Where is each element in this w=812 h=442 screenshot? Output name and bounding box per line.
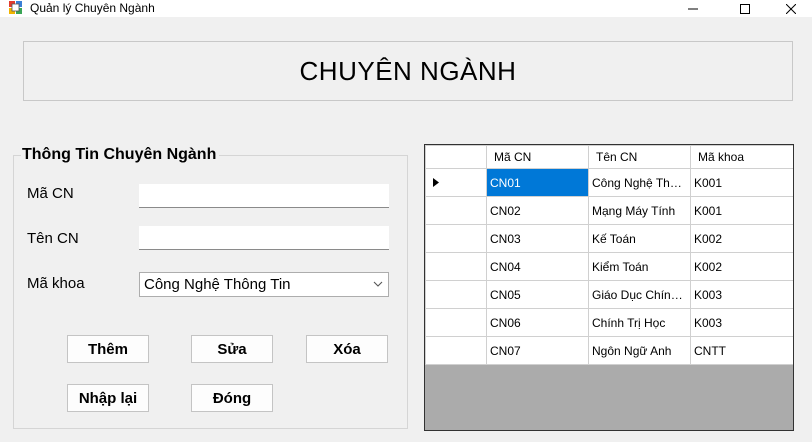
table-row[interactable]: CN07 Ngôn Ngữ Anh CNTT (425, 336, 793, 365)
dong-button[interactable]: Đóng (191, 384, 273, 412)
title-bar: Quản lý Chuyên Ngành (0, 0, 812, 17)
row-header[interactable] (425, 308, 487, 337)
app-icon (9, 1, 22, 14)
nhap-lai-button[interactable]: Nhập lại (67, 384, 149, 412)
grid-table: Mã CN Tên CN Mã khoa CN01 Công Nghệ Thôn… (425, 145, 793, 365)
sua-button[interactable]: Sửa (191, 335, 273, 363)
grid-corner-header (425, 145, 487, 169)
table-cell[interactable]: CN01 (486, 168, 589, 197)
minimize-icon (688, 8, 698, 9)
groupbox-title: Thông Tin Chuyên Ngành (21, 146, 220, 164)
table-cell[interactable]: Mạng Máy Tính (588, 196, 691, 225)
page-title: CHUYÊN NGÀNH (299, 55, 517, 86)
ma-cn-label: Mã CN (27, 185, 74, 202)
grid-header-row: Mã CN Tên CN Mã khoa (425, 145, 793, 169)
table-cell[interactable]: CN07 (486, 336, 589, 365)
table-row[interactable]: CN05 Giáo Dục Chính Trị K003 (425, 280, 793, 309)
ten-cn-label: Tên CN (27, 230, 79, 247)
table-cell[interactable]: Kế Toán (588, 224, 691, 253)
current-row-arrow-icon (433, 178, 439, 187)
table-row[interactable]: CN02 Mạng Máy Tính K001 (425, 196, 793, 225)
table-cell[interactable]: K002 (690, 252, 793, 281)
table-cell[interactable]: Chính Trị Học (588, 308, 691, 337)
row-header[interactable] (425, 252, 487, 281)
chevron-down-icon (373, 281, 383, 287)
table-row[interactable]: CN06 Chính Trị Học K003 (425, 308, 793, 337)
table-row[interactable]: CN03 Kế Toán K002 (425, 224, 793, 253)
row-header[interactable] (425, 196, 487, 225)
maximize-icon (740, 3, 750, 14)
table-cell[interactable]: CNTT (690, 336, 793, 365)
table-row[interactable]: CN01 Công Nghệ Thôn... K001 (425, 168, 793, 197)
close-button[interactable] (768, 0, 812, 17)
table-cell[interactable]: CN05 (486, 280, 589, 309)
table-cell[interactable]: CN03 (486, 224, 589, 253)
minimize-button[interactable] (670, 0, 716, 17)
column-header-ten-cn[interactable]: Tên CN (588, 145, 691, 169)
table-cell[interactable]: K003 (690, 280, 793, 309)
row-header[interactable] (425, 224, 487, 253)
table-cell[interactable]: Ngôn Ngữ Anh (588, 336, 691, 365)
table-cell[interactable]: CN02 (486, 196, 589, 225)
column-header-ma-cn[interactable]: Mã CN (486, 145, 589, 169)
table-cell[interactable]: K001 (690, 196, 793, 225)
ma-cn-input[interactable] (139, 184, 389, 208)
table-row[interactable]: CN04 Kiểm Toán K002 (425, 252, 793, 281)
table-cell[interactable]: Giáo Dục Chính Trị (588, 280, 691, 309)
table-cell[interactable]: Công Nghệ Thôn... (588, 168, 691, 197)
table-cell[interactable]: K003 (690, 308, 793, 337)
ma-khoa-label: Mã khoa (27, 275, 85, 292)
xoa-button[interactable]: Xóa (306, 335, 388, 363)
maximize-button[interactable] (722, 0, 768, 17)
them-button[interactable]: Thêm (67, 335, 149, 363)
table-cell[interactable]: CN06 (486, 308, 589, 337)
close-icon (786, 3, 796, 14)
chuyen-nganh-grid[interactable]: Mã CN Tên CN Mã khoa CN01 Công Nghệ Thôn… (424, 144, 794, 431)
column-header-ma-khoa[interactable]: Mã khoa (690, 145, 793, 169)
header-panel: CHUYÊN NGÀNH (23, 41, 793, 101)
ma-khoa-selected-value: Công Nghệ Thông Tin (144, 276, 291, 293)
row-header[interactable] (425, 168, 487, 197)
table-cell[interactable]: CN04 (486, 252, 589, 281)
ma-khoa-select[interactable]: Công Nghệ Thông Tin (139, 272, 389, 297)
ten-cn-input[interactable] (139, 226, 389, 250)
row-header[interactable] (425, 280, 487, 309)
window-title: Quản lý Chuyên Ngành (30, 1, 155, 15)
table-cell[interactable]: K002 (690, 224, 793, 253)
table-cell[interactable]: Kiểm Toán (588, 252, 691, 281)
table-cell[interactable]: K001 (690, 168, 793, 197)
row-header[interactable] (425, 336, 487, 365)
